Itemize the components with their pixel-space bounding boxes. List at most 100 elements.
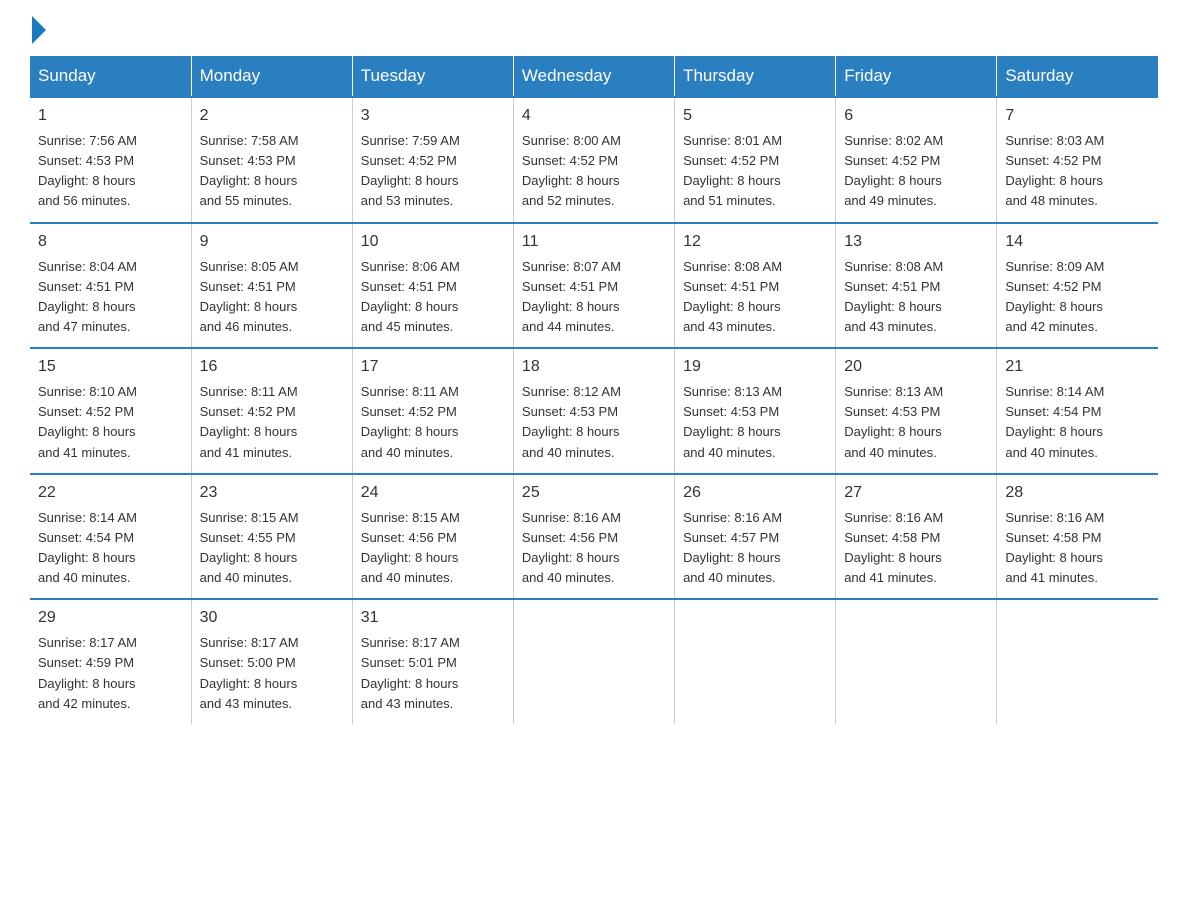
week-row-5: 29 Sunrise: 8:17 AMSunset: 4:59 PMDayligh… bbox=[30, 599, 1158, 724]
day-info: Sunrise: 8:08 AMSunset: 4:51 PMDaylight:… bbox=[844, 257, 988, 338]
week-row-3: 15Sunrise: 8:10 AMSunset: 4:52 PMDayligh… bbox=[30, 348, 1158, 474]
day-number: 20 bbox=[844, 355, 988, 379]
day-info: Sunrise: 8:17 AMSunset: 4:59 PMDaylight:… bbox=[38, 633, 183, 714]
day-cell: 7 Sunrise: 8:03 AMSunset: 4:52 PMDaylight… bbox=[997, 97, 1158, 223]
day-number: 12 bbox=[683, 230, 827, 254]
day-cell: 6 Sunrise: 8:02 AMSunset: 4:52 PMDaylight… bbox=[836, 97, 997, 223]
day-number: 9 bbox=[200, 230, 344, 254]
day-number: 24 bbox=[361, 481, 505, 505]
day-cell: 4 Sunrise: 8:00 AMSunset: 4:52 PMDaylight… bbox=[513, 97, 674, 223]
day-info: Sunrise: 8:17 AMSunset: 5:00 PMDaylight:… bbox=[200, 633, 344, 714]
day-cell: 2 Sunrise: 7:58 AMSunset: 4:53 PMDaylight… bbox=[191, 97, 352, 223]
col-header-friday: Friday bbox=[836, 56, 997, 97]
day-info: Sunrise: 8:00 AMSunset: 4:52 PMDaylight:… bbox=[522, 131, 666, 212]
day-cell: 31 Sunrise: 8:17 AMSunset: 5:01 PMDayligh… bbox=[352, 599, 513, 724]
day-info: Sunrise: 8:16 AMSunset: 4:56 PMDaylight:… bbox=[522, 508, 666, 589]
col-header-thursday: Thursday bbox=[675, 56, 836, 97]
day-info: Sunrise: 8:14 AMSunset: 4:54 PMDaylight:… bbox=[1005, 382, 1150, 463]
day-info: Sunrise: 8:09 AMSunset: 4:52 PMDaylight:… bbox=[1005, 257, 1150, 338]
day-number: 25 bbox=[522, 481, 666, 505]
page-header bbox=[30, 20, 1158, 36]
day-number: 6 bbox=[844, 104, 988, 128]
day-number: 16 bbox=[200, 355, 344, 379]
day-number: 3 bbox=[361, 104, 505, 128]
day-info: Sunrise: 8:15 AMSunset: 4:56 PMDaylight:… bbox=[361, 508, 505, 589]
day-cell: 12 Sunrise: 8:08 AMSunset: 4:51 PMDayligh… bbox=[675, 223, 836, 349]
day-info: Sunrise: 8:05 AMSunset: 4:51 PMDaylight:… bbox=[200, 257, 344, 338]
logo-text bbox=[30, 20, 46, 44]
week-row-4: 22 Sunrise: 8:14 AMSunset: 4:54 PMDayligh… bbox=[30, 474, 1158, 600]
day-cell: 27Sunrise: 8:16 AMSunset: 4:58 PMDayligh… bbox=[836, 474, 997, 600]
day-info: Sunrise: 8:06 AMSunset: 4:51 PMDaylight:… bbox=[361, 257, 505, 338]
day-cell: 14 Sunrise: 8:09 AMSunset: 4:52 PMDayligh… bbox=[997, 223, 1158, 349]
day-cell bbox=[675, 599, 836, 724]
day-number: 28 bbox=[1005, 481, 1150, 505]
day-cell: 8 Sunrise: 8:04 AMSunset: 4:51 PMDaylight… bbox=[30, 223, 191, 349]
col-header-tuesday: Tuesday bbox=[352, 56, 513, 97]
col-header-sunday: Sunday bbox=[30, 56, 191, 97]
day-cell: 23Sunrise: 8:15 AMSunset: 4:55 PMDayligh… bbox=[191, 474, 352, 600]
day-info: Sunrise: 8:04 AMSunset: 4:51 PMDaylight:… bbox=[38, 257, 183, 338]
day-number: 26 bbox=[683, 481, 827, 505]
day-cell: 11 Sunrise: 8:07 AMSunset: 4:51 PMDayligh… bbox=[513, 223, 674, 349]
day-info: Sunrise: 8:16 AMSunset: 4:57 PMDaylight:… bbox=[683, 508, 827, 589]
logo bbox=[30, 20, 46, 36]
day-cell: 5Sunrise: 8:01 AMSunset: 4:52 PMDaylight… bbox=[675, 97, 836, 223]
day-cell: 10 Sunrise: 8:06 AMSunset: 4:51 PMDayligh… bbox=[352, 223, 513, 349]
day-number: 2 bbox=[200, 104, 344, 128]
day-info: Sunrise: 8:11 AMSunset: 4:52 PMDaylight:… bbox=[200, 382, 344, 463]
day-cell: 30 Sunrise: 8:17 AMSunset: 5:00 PMDayligh… bbox=[191, 599, 352, 724]
day-number: 4 bbox=[522, 104, 666, 128]
day-cell bbox=[836, 599, 997, 724]
day-info: Sunrise: 7:59 AMSunset: 4:52 PMDaylight:… bbox=[361, 131, 505, 212]
day-info: Sunrise: 8:11 AMSunset: 4:52 PMDaylight:… bbox=[361, 382, 505, 463]
day-number: 30 bbox=[200, 606, 344, 630]
day-number: 19 bbox=[683, 355, 827, 379]
day-cell: 15Sunrise: 8:10 AMSunset: 4:52 PMDayligh… bbox=[30, 348, 191, 474]
col-header-saturday: Saturday bbox=[997, 56, 1158, 97]
day-cell bbox=[997, 599, 1158, 724]
day-number: 15 bbox=[38, 355, 183, 379]
day-cell: 17Sunrise: 8:11 AMSunset: 4:52 PMDayligh… bbox=[352, 348, 513, 474]
day-cell: 9 Sunrise: 8:05 AMSunset: 4:51 PMDaylight… bbox=[191, 223, 352, 349]
day-cell: 20 Sunrise: 8:13 AMSunset: 4:53 PMDayligh… bbox=[836, 348, 997, 474]
day-info: Sunrise: 8:03 AMSunset: 4:52 PMDaylight:… bbox=[1005, 131, 1150, 212]
day-info: Sunrise: 7:58 AMSunset: 4:53 PMDaylight:… bbox=[200, 131, 344, 212]
day-cell: 18 Sunrise: 8:12 AMSunset: 4:53 PMDayligh… bbox=[513, 348, 674, 474]
col-header-wednesday: Wednesday bbox=[513, 56, 674, 97]
day-info: Sunrise: 8:07 AMSunset: 4:51 PMDaylight:… bbox=[522, 257, 666, 338]
col-header-monday: Monday bbox=[191, 56, 352, 97]
day-cell: 25 Sunrise: 8:16 AMSunset: 4:56 PMDayligh… bbox=[513, 474, 674, 600]
day-cell: 26 Sunrise: 8:16 AMSunset: 4:57 PMDayligh… bbox=[675, 474, 836, 600]
day-number: 23 bbox=[200, 481, 344, 505]
day-cell: 21Sunrise: 8:14 AMSunset: 4:54 PMDayligh… bbox=[997, 348, 1158, 474]
day-number: 29 bbox=[38, 606, 183, 630]
day-info: Sunrise: 8:08 AMSunset: 4:51 PMDaylight:… bbox=[683, 257, 827, 338]
day-number: 18 bbox=[522, 355, 666, 379]
day-cell: 28 Sunrise: 8:16 AMSunset: 4:58 PMDayligh… bbox=[997, 474, 1158, 600]
day-cell: 13 Sunrise: 8:08 AMSunset: 4:51 PMDayligh… bbox=[836, 223, 997, 349]
day-number: 31 bbox=[361, 606, 505, 630]
day-cell: 29 Sunrise: 8:17 AMSunset: 4:59 PMDayligh… bbox=[30, 599, 191, 724]
day-number: 8 bbox=[38, 230, 183, 254]
day-info: Sunrise: 8:17 AMSunset: 5:01 PMDaylight:… bbox=[361, 633, 505, 714]
day-cell bbox=[513, 599, 674, 724]
day-number: 13 bbox=[844, 230, 988, 254]
week-row-1: 1Sunrise: 7:56 AMSunset: 4:53 PMDaylight… bbox=[30, 97, 1158, 223]
day-number: 14 bbox=[1005, 230, 1150, 254]
day-info: Sunrise: 8:16 AMSunset: 4:58 PMDaylight:… bbox=[1005, 508, 1150, 589]
day-info: Sunrise: 8:12 AMSunset: 4:53 PMDaylight:… bbox=[522, 382, 666, 463]
day-number: 22 bbox=[38, 481, 183, 505]
day-number: 11 bbox=[522, 230, 666, 254]
day-cell: 22 Sunrise: 8:14 AMSunset: 4:54 PMDayligh… bbox=[30, 474, 191, 600]
day-number: 7 bbox=[1005, 104, 1150, 128]
day-info: Sunrise: 8:14 AMSunset: 4:54 PMDaylight:… bbox=[38, 508, 183, 589]
day-number: 1 bbox=[38, 104, 183, 128]
day-info: Sunrise: 8:13 AMSunset: 4:53 PMDaylight:… bbox=[844, 382, 988, 463]
logo-arrow-icon bbox=[32, 16, 46, 44]
day-number: 10 bbox=[361, 230, 505, 254]
week-row-2: 8 Sunrise: 8:04 AMSunset: 4:51 PMDaylight… bbox=[30, 223, 1158, 349]
day-info: Sunrise: 8:02 AMSunset: 4:52 PMDaylight:… bbox=[844, 131, 988, 212]
day-cell: 24 Sunrise: 8:15 AMSunset: 4:56 PMDayligh… bbox=[352, 474, 513, 600]
calendar-table: SundayMondayTuesdayWednesdayThursdayFrid… bbox=[30, 56, 1158, 724]
